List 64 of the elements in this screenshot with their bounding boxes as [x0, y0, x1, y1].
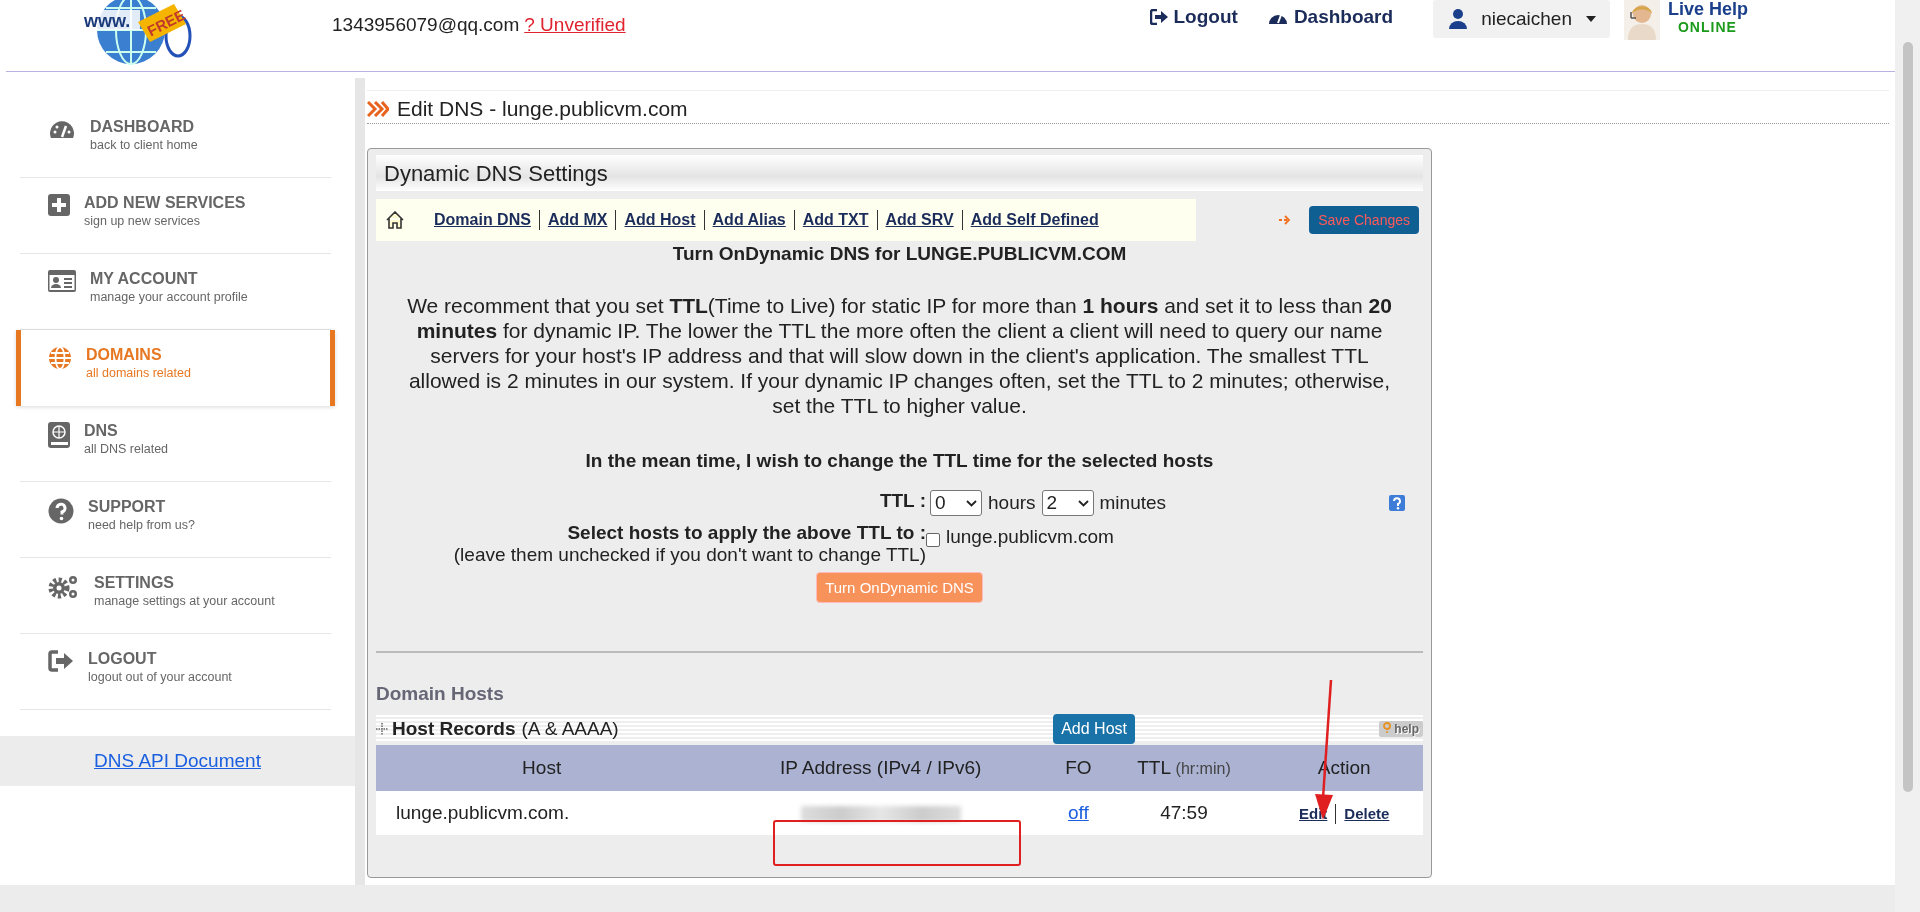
- section-heading: Turn OnDynamic DNS for LUNGE.PUBLICVM.COM: [671, 243, 1128, 265]
- gears-icon: [48, 574, 80, 600]
- id-card-icon: [48, 270, 76, 292]
- chevron-icon: [966, 499, 977, 507]
- ttl-label: TTL :: [878, 490, 926, 513]
- sidebar-item[interactable]: ADD NEW SERVICES sign up new services: [20, 178, 331, 254]
- panel-title: Dynamic DNS Settings: [376, 155, 1423, 191]
- arrow-icon: [1279, 215, 1292, 225]
- caret-icon: [1585, 16, 1596, 22]
- sidebar-item[interactable]: LOGOUT logout out of your account: [20, 634, 331, 710]
- logout-icon: [1149, 9, 1168, 25]
- logout-icon: [48, 650, 74, 672]
- sidebar-item[interactable]: DASHBOARD back to client home: [20, 102, 331, 178]
- sidebar-item[interactable]: DNS all DNS related: [20, 406, 331, 482]
- home-icon: [386, 211, 404, 229]
- column-header: TTL (hr:min): [1102, 745, 1266, 791]
- help-button[interactable]: help: [1379, 721, 1423, 737]
- online-status: ONLINE: [1677, 19, 1738, 36]
- checkbox-label: lunge.publicvm.com: [946, 526, 1114, 548]
- sidebar-item[interactable]: MY ACCOUNT manage your account profile: [20, 254, 331, 330]
- toolbar-link[interactable]: Add Host: [624, 211, 696, 229]
- toolbar-link[interactable]: Add TXT: [802, 211, 869, 229]
- column-header: IP Address (IPv4 / IPv6): [707, 745, 1055, 791]
- table-cell: lunge.publicvm.com.: [376, 791, 708, 835]
- dropdown[interactable]: 2: [1041, 490, 1094, 516]
- table-cell: 47:59: [1102, 791, 1266, 835]
- toolbar-link[interactable]: Domain DNS: [434, 211, 531, 229]
- globe-icon: [48, 346, 72, 370]
- book-icon: [48, 422, 70, 448]
- unit-label: minutes: [1099, 492, 1167, 514]
- account-email: 1343956079@qq.com: [332, 14, 520, 36]
- sidebar-item[interactable]: SUPPORT need help from us?: [20, 482, 331, 558]
- chevrons-icon: [367, 101, 389, 117]
- live-help-title[interactable]: Live Help: [1667, 0, 1748, 18]
- column-header: Host: [376, 745, 708, 791]
- logout-link[interactable]: Logout: [1149, 6, 1238, 28]
- expand-icon: [376, 723, 388, 735]
- plus-icon: [48, 194, 70, 216]
- dashboard-link[interactable]: Dashboard: [1267, 6, 1394, 28]
- dropdown[interactable]: 0: [930, 490, 982, 516]
- chevron-icon: [1077, 499, 1089, 507]
- sidebar-item[interactable]: SETTINGS manage settings at your account: [20, 558, 331, 634]
- select-hosts-hint: (leave them unchecked if you don't want to change TTL): [452, 544, 926, 566]
- records-title: Host Records: [392, 718, 516, 740]
- toolbar-link[interactable]: Add Alias: [712, 211, 786, 229]
- toolbar-link[interactable]: Add Self Defined: [970, 211, 1099, 229]
- checkbox[interactable]: [926, 533, 940, 547]
- description: We recomment that you set TTL(Time to Live) for static IP for more than 1 hours and set it to less than 20 minutes for dynamic IP. The lower the TTL the more often the client a client will need to query our name servers for your host's IP address and that will slow down in the client's application. The smallest TTL allowed is 2 minutes in our system. If your dynamic IP changes often, set the TTL to 2 minutes; otherwise, set the TTL to higher value.: [406, 293, 1393, 418]
- add-host-button[interactable]: Add Host: [1053, 714, 1135, 744]
- toolbar-link[interactable]: Add SRV: [885, 211, 954, 229]
- select-hosts-label: Select hosts to apply the above TTL to :: [566, 522, 926, 544]
- column-header: FO: [1054, 745, 1103, 791]
- section-heading: Domain Hosts: [376, 683, 505, 705]
- scrollbar[interactable]: [1895, 0, 1920, 912]
- unit-label: hours: [988, 492, 1036, 514]
- user-menu[interactable]: niecaichen: [1433, 0, 1610, 38]
- page-title: Edit DNS - lunge.publicvm.com: [397, 97, 688, 121]
- gauge-icon: [48, 118, 76, 140]
- toolbar-link[interactable]: Add MX: [547, 211, 608, 229]
- records-subtitle: (A & AAAA): [521, 718, 619, 740]
- unverified-link[interactable]: ? Unverified: [524, 14, 626, 36]
- section-heading: In the mean time, I wish to change the TTL time for the selected hosts: [584, 450, 1215, 472]
- user-icon: [1449, 9, 1468, 29]
- delete-link[interactable]: Delete: [1344, 805, 1390, 822]
